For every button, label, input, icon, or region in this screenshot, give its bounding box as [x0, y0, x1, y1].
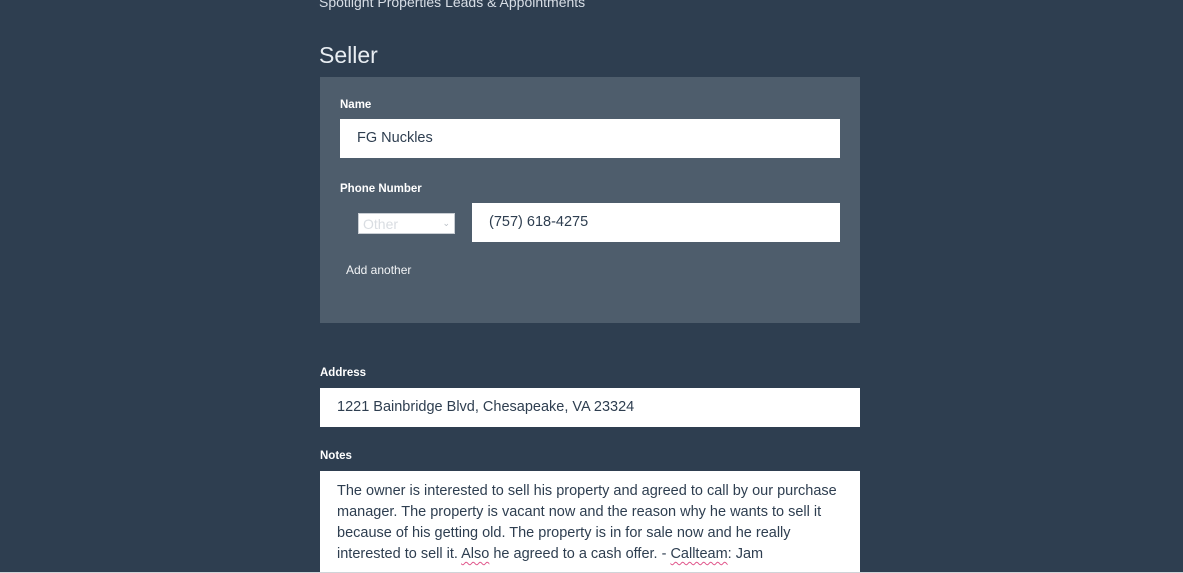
phone-type-select[interactable]: Other ⌄	[358, 213, 455, 234]
notes-misspelled-word: Also	[461, 546, 490, 562]
name-input[interactable]	[340, 119, 840, 158]
lead-form-page: Spotlight Properties Leads & Appointment…	[0, 0, 1183, 573]
phone-number-input[interactable]	[472, 203, 840, 242]
phone-type-selected-value: Other	[363, 215, 399, 232]
notes-text-part: he agreed to a cash offer. -	[489, 546, 671, 562]
phone-number-label: Phone Number	[340, 183, 422, 195]
notes-label: Notes	[320, 450, 352, 462]
add-another-phone-link[interactable]: Add another	[346, 263, 411, 277]
page-header-title: Spotlight Properties Leads & Appointment…	[319, 0, 586, 10]
seller-panel: Name Phone Number Other ⌄ Add another	[320, 77, 860, 323]
chevron-down-icon: ⌄	[442, 218, 450, 228]
notes-misspelled-word: Callteam	[670, 546, 728, 562]
name-label: Name	[340, 99, 372, 111]
notes-text-part: : Jam	[727, 546, 764, 562]
seller-section-title: Seller	[319, 42, 378, 68]
address-input[interactable]	[320, 388, 860, 427]
address-label: Address	[320, 367, 367, 379]
notes-textarea[interactable]: The owner is interested to sell his prop…	[320, 471, 860, 573]
